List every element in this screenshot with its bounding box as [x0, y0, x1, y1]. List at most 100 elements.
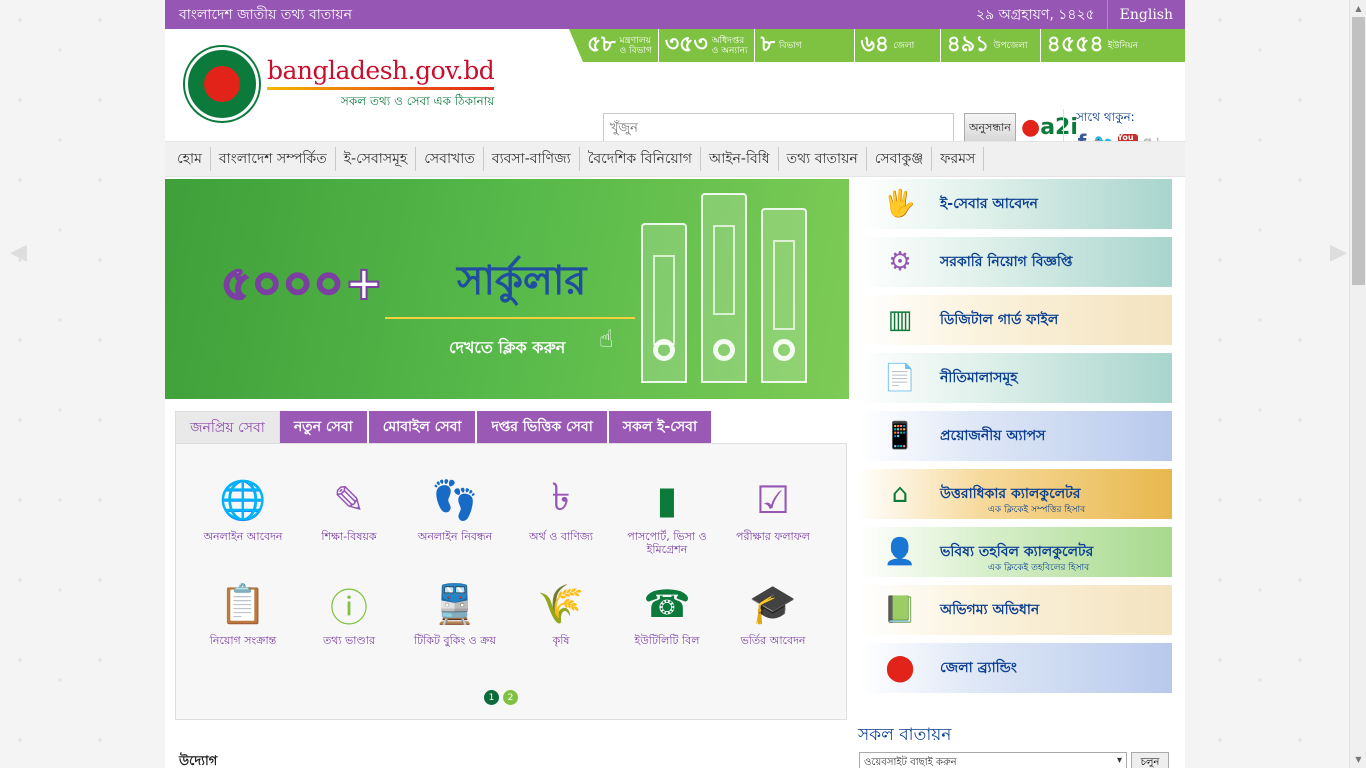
education-icon: ✎	[333, 478, 365, 522]
stats-bar: ৫৮ মন্ত্রণালয় ও বিভাগ ৩৫৩ অধিদপ্তর ও অন্যান…	[569, 29, 1185, 62]
stat-upazilas[interactable]: ৪৯১ উপজেলা	[941, 29, 1041, 62]
udyog-heading: উদ্যোগ	[179, 754, 218, 768]
search-button[interactable]: অনুসন্ধান	[964, 113, 1016, 143]
provident-fund-icon: 👤	[883, 537, 917, 567]
click-hand-icon: ☝	[599, 325, 614, 353]
service-admission[interactable]: 🎓 ভর্তির আবেদন	[720, 576, 826, 648]
service-online-registration[interactable]: 👣 অনলাইন নিবন্ধন	[402, 472, 508, 556]
footprint-icon: 👣	[431, 477, 479, 522]
side-link-e-service-application[interactable]: 🖐 ই-সেবার আবেদন	[858, 179, 1172, 229]
nav-service-kunja[interactable]: সেবাকুঞ্জ	[867, 147, 933, 171]
circular-banner[interactable]: ৫০০০+ সার্কুলার দেখতে ক্লিক করুন ☝	[165, 179, 849, 399]
page-1-button[interactable]: 1	[484, 690, 499, 705]
search-area: অনুসন্ধান	[603, 113, 1016, 143]
service-passport[interactable]: ▮ পাসপোর্ট, ভিসা ও ইমিগ্রেশন	[614, 472, 720, 556]
policy-icon: 📄	[883, 363, 917, 393]
graduation-icon: 🎓	[749, 581, 797, 626]
all-portals-title: সকল বাতায়ন	[858, 725, 952, 745]
nav-business[interactable]: ব্যবসা-বাণিজ্য	[484, 147, 580, 171]
right-arrow-icon: ▶	[1330, 240, 1347, 265]
header: bangladesh.gov.bd সকল তথ্য ও সেবা এক ঠিক…	[165, 29, 1185, 154]
stat-unions[interactable]: ৪৫৫৪ ইউনিয়ন	[1041, 29, 1144, 62]
apps-icon: 📱	[883, 421, 917, 451]
page: বাংলাদেশ জাতীয় তথ্য বাতায়ন ২৯ অগ্রহায়…	[165, 0, 1185, 768]
service-agriculture[interactable]: 🌾 কৃষি	[508, 576, 614, 648]
phone-icon: ☎	[643, 582, 691, 626]
service-recruitment[interactable]: 📋 নিয়োগ সংক্রান্ত	[190, 576, 296, 648]
nav-forms[interactable]: ফরমস	[932, 147, 985, 171]
service-ticket-booking[interactable]: 🚆 টিকিট বুকিং ও ক্রয়	[402, 576, 508, 648]
nav-e-services[interactable]: ই-সেবাসমূহ	[336, 147, 417, 171]
service-exam-result[interactable]: ☑ পরীক্ষার ফলাফল	[720, 472, 826, 556]
social-label: সাথে থাকুন:	[1076, 110, 1135, 124]
service-education[interactable]: ✎ শিক্ষা-বিষয়ক	[296, 472, 402, 556]
banner-number: ৫০০০+	[220, 255, 385, 311]
nav-law[interactable]: আইন-বিধি	[701, 147, 779, 171]
service-info-store[interactable]: ⓘ তথ্য ভাণ্ডার	[296, 576, 402, 648]
nav-about-bangladesh[interactable]: বাংলাদেশ সম্পর্কিত	[211, 147, 336, 171]
district-branding-icon: ⬤	[885, 653, 915, 683]
main-nav: হোম বাংলাদেশ সম্পর্কিত ই-সেবাসমূহ সেবাখা…	[165, 141, 1185, 177]
scroll-up-icon[interactable]: ▲	[1350, 0, 1366, 17]
tab-popular-services[interactable]: জনপ্রিয় সেবা	[175, 411, 280, 443]
search-input[interactable]	[603, 113, 954, 143]
popular-services-panel: 🌐 অনলাইন আবেদন ✎ শিক্ষা-বিষয়ক 👣 অনলাইন নিব…	[175, 443, 847, 720]
job-icon: 📋	[219, 581, 267, 626]
current-date: ২৯ অগ্রহায়ণ, ১৪২৫	[976, 6, 1095, 23]
service-utility-bill[interactable]: ☎ ইউটিলিটি বিল	[614, 576, 720, 647]
site-name: বাংলাদেশ জাতীয় তথ্য বাতায়ন	[179, 6, 352, 23]
scrollbar[interactable]: ▲ ▼	[1349, 0, 1366, 768]
tab-new-services[interactable]: নতুন সেবা	[279, 411, 369, 443]
logo[interactable]: bangladesh.gov.bd সকল তথ্য ও সেবা এক ঠিক…	[185, 47, 495, 121]
banner-cta: দেখতে ক্লিক করুন	[449, 338, 566, 357]
chevron-down-icon: ▾	[1116, 755, 1122, 766]
file-icon: ▥	[887, 305, 913, 335]
train-icon: 🚆	[431, 581, 479, 626]
left-arrow-icon: ◀	[10, 240, 27, 265]
nav-portal[interactable]: তথ্য বাতায়ন	[779, 147, 867, 171]
info-icon: ⓘ	[329, 585, 368, 630]
side-link-apps[interactable]: 📱 প্রয়োজনীয় অ্যাপস	[858, 411, 1172, 461]
binders-icon	[641, 193, 811, 383]
stat-divisions[interactable]: ৮ বিভাগ	[755, 29, 855, 62]
tab-mobile-services[interactable]: মোবাইল সেবা	[368, 411, 478, 443]
agriculture-icon: 🌾	[537, 581, 585, 626]
scroll-down-icon[interactable]: ▼	[1350, 751, 1366, 768]
side-links: 🖐 ই-সেবার আবেদন ⚙ সরকারি নিয়োগ বিজ্ঞপ্তি …	[858, 179, 1172, 701]
pager: 1 2	[484, 690, 518, 705]
side-link-provident-fund-calculator[interactable]: 👤 ভবিষ্য তহবিল ক্যালকুলেটর এক ক্লিকেই তহবি…	[858, 527, 1172, 577]
stat-ministries[interactable]: ৫৮ মন্ত্রণালয় ও বিভাগ	[569, 29, 659, 62]
side-link-policies[interactable]: 📄 নীতিমালাসমূহ	[858, 353, 1172, 403]
govt-seal-icon	[185, 47, 259, 121]
site-select[interactable]: ওয়েবসাইট বাছাই করুন ▾	[859, 752, 1127, 768]
service-tabs: জনপ্রিয় সেবা নতুন সেবা মোবাইল সেবা দপ্ত…	[175, 411, 714, 443]
go-button[interactable]: চলুন	[1131, 752, 1169, 768]
stat-departments[interactable]: ৩৫৩ অধিদপ্তর ও অন্যান্য	[659, 29, 755, 62]
english-link[interactable]: English	[1106, 0, 1185, 29]
exam-result-icon: ☑	[755, 478, 791, 522]
tab-all-e-services[interactable]: সকল ই-সেবা	[608, 411, 714, 443]
logo-title: bangladesh.gov.bd	[267, 55, 495, 85]
nav-home[interactable]: হোম	[169, 147, 211, 171]
banner-word: সার্কুলার	[457, 258, 587, 304]
side-link-govt-recruitment[interactable]: ⚙ সরকারি নিয়োগ বিজ্ঞপ্তি	[858, 237, 1172, 287]
side-link-digital-guard-file[interactable]: ▥ ডিজিটাল গার্ড ফাইল	[858, 295, 1172, 345]
nav-service-sectors[interactable]: সেবাখাত	[416, 147, 484, 171]
side-link-dictionary[interactable]: 📗 অভিগম্য অভিধান	[858, 585, 1172, 635]
globe-icon: 🌐	[219, 477, 267, 522]
side-link-district-branding[interactable]: ⬤ জেলা ব্র্যান্ডিং	[858, 643, 1172, 693]
page-2-button[interactable]: 2	[503, 690, 518, 705]
tab-office-services[interactable]: দপ্তর ভিত্তিক সেবা	[477, 411, 609, 443]
top-bar: বাংলাদেশ জাতীয় তথ্য বাতায়ন ২৯ অগ্রহায়…	[165, 0, 1185, 29]
side-link-inheritance-calculator[interactable]: ⌂ উত্তরাধিকার ক্যালকুলেটর এক ক্লিকেই সম্পত…	[858, 469, 1172, 519]
scroll-thumb[interactable]	[1352, 17, 1365, 285]
passport-icon: ▮	[656, 478, 678, 522]
logo-subtitle: সকল তথ্য ও সেবা এক ঠিকানায়	[340, 93, 495, 108]
e-service-icon: 🖐	[883, 189, 917, 219]
finance-icon: ৳	[551, 475, 571, 519]
service-finance[interactable]: ৳ অর্থ ও বাণিজ্য	[508, 472, 614, 556]
service-online-application[interactable]: 🌐 অনলাইন আবেদন	[190, 472, 296, 556]
nav-foreign-investment[interactable]: বৈদেশিক বিনিয়োগ	[580, 147, 701, 171]
stat-districts[interactable]: ৬৪ জেলা	[855, 29, 941, 62]
dictionary-icon: 📗	[883, 595, 917, 625]
